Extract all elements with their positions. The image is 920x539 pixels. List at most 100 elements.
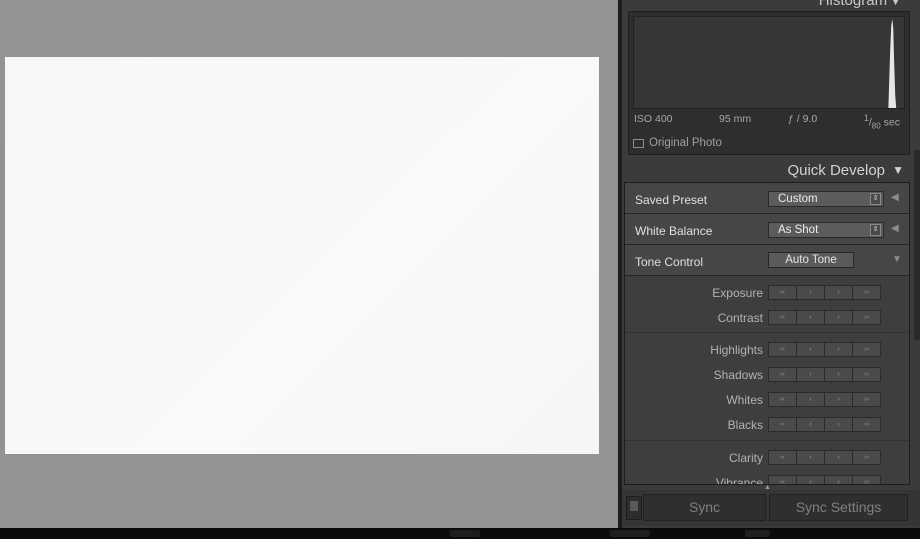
clarity-decrease-large-button[interactable]: ‹‹ bbox=[768, 450, 797, 465]
vibrance-increase-small-button[interactable]: › bbox=[824, 475, 853, 484]
shadows-increase-small-button[interactable]: › bbox=[824, 367, 853, 382]
auto-sync-switch[interactable] bbox=[626, 496, 642, 520]
whites-increase-large-button[interactable]: ›› bbox=[852, 392, 881, 407]
highlights-increase-small-button[interactable]: › bbox=[824, 342, 853, 357]
highlights-decrease-large-button[interactable]: ‹‹ bbox=[768, 342, 797, 357]
quick-develop-header[interactable]: Quick Develop ▼ bbox=[622, 158, 920, 182]
histogram-graph bbox=[633, 16, 905, 109]
saved-preset-row: Saved Preset Custom ⇕ ◀ bbox=[625, 183, 909, 214]
vibrance-decrease-large-button[interactable]: ‹‹ bbox=[768, 475, 797, 484]
focal-length-value: 95 mm bbox=[719, 113, 752, 125]
adjust-label-blacks: Blacks bbox=[727, 418, 763, 432]
adjust-row-exposure: Exposure ‹‹ ‹ › ›› bbox=[625, 285, 909, 302]
panel-scrollbar[interactable] bbox=[914, 150, 920, 340]
saved-preset-select[interactable]: Custom ⇕ bbox=[768, 191, 884, 207]
auto-tone-button[interactable]: Auto Tone bbox=[768, 252, 854, 268]
photo-preview[interactable] bbox=[5, 57, 599, 454]
saved-preset-value: Custom bbox=[778, 193, 818, 205]
tone-control-label: Tone Control bbox=[635, 255, 704, 269]
contrast-decrease-small-button[interactable]: ‹ bbox=[796, 310, 825, 325]
original-photo-toggle[interactable]: Original Photo bbox=[633, 136, 722, 150]
adjust-buttons: ‹‹ ‹ › ›› bbox=[768, 342, 881, 357]
adjust-row-blacks: Blacks ‹‹ ‹ › ›› bbox=[625, 417, 909, 434]
adjust-row-contrast: Contrast ‹‹ ‹ › ›› bbox=[625, 310, 909, 327]
updown-arrows-icon: ⇕ bbox=[870, 224, 881, 236]
adjust-buttons: ‹‹ ‹ › ›› bbox=[768, 417, 881, 432]
adjust-label-shadows: Shadows bbox=[713, 368, 763, 382]
clarity-decrease-small-button[interactable]: ‹ bbox=[796, 450, 825, 465]
sync-settings-button[interactable]: Sync Settings bbox=[769, 494, 908, 521]
vibrance-increase-large-button[interactable]: ›› bbox=[852, 475, 881, 484]
exif-info: ISO 400 95 mm ƒ / 9.0 1/80 sec bbox=[634, 113, 906, 131]
sync-bar: Sync Sync Settings bbox=[622, 490, 920, 526]
adjust-buttons: ‹‹ ‹ › ›› bbox=[768, 392, 881, 407]
triangle-left-icon[interactable]: ◀ bbox=[891, 192, 899, 203]
contrast-increase-large-button[interactable]: ›› bbox=[852, 310, 881, 325]
exposure-decrease-small-button[interactable]: ‹ bbox=[796, 285, 825, 300]
quick-develop-body: Saved Preset Custom ⇕ ◀ White Balance As… bbox=[624, 182, 910, 485]
whites-decrease-small-button[interactable]: ‹ bbox=[796, 392, 825, 407]
histogram-spike bbox=[888, 18, 897, 108]
whites-increase-small-button[interactable]: › bbox=[824, 392, 853, 407]
shadows-decrease-small-button[interactable]: ‹ bbox=[796, 367, 825, 382]
adjust-label-contrast: Contrast bbox=[717, 311, 763, 325]
adjust-label-vibrance: Vibrance bbox=[715, 476, 763, 485]
adjust-group-tone: Highlights ‹‹ ‹ › ›› Shadows ‹‹ ‹ › ›› Whites ‹‹ ‹ › ›… bbox=[625, 333, 909, 441]
adjust-buttons: ‹‹ ‹ › ›› bbox=[768, 310, 881, 325]
aperture-value: ƒ / 9.0 bbox=[788, 113, 818, 125]
adjust-label-highlights: Highlights bbox=[710, 343, 763, 357]
adjust-row-highlights: Highlights ‹‹ ‹ › ›› bbox=[625, 342, 909, 359]
contrast-decrease-large-button[interactable]: ‹‹ bbox=[768, 310, 797, 325]
vibrance-decrease-small-button[interactable]: ‹ bbox=[796, 475, 825, 484]
blacks-decrease-small-button[interactable]: ‹ bbox=[796, 417, 825, 432]
saved-preset-label: Saved Preset bbox=[635, 193, 708, 207]
adjust-label-exposure: Exposure bbox=[712, 286, 763, 300]
histogram-title: Histogram bbox=[818, 0, 888, 9]
triangle-down-icon[interactable]: ▼ bbox=[892, 254, 902, 265]
adjust-row-whites: Whites ‹‹ ‹ › ›› bbox=[625, 392, 909, 409]
clarity-increase-small-button[interactable]: › bbox=[824, 450, 853, 465]
adjust-group-presence: Clarity ‹‹ ‹ › ›› Vibrance ‹‹ ‹ › ›› bbox=[625, 441, 909, 485]
adjust-buttons: ‹‹ ‹ › ›› bbox=[768, 367, 881, 382]
adjust-row-shadows: Shadows ‹‹ ‹ › ›› bbox=[625, 367, 909, 384]
whites-decrease-large-button[interactable]: ‹‹ bbox=[768, 392, 797, 407]
blacks-decrease-large-button[interactable]: ‹‹ bbox=[768, 417, 797, 432]
contrast-increase-small-button[interactable]: › bbox=[824, 310, 853, 325]
photo-canvas[interactable] bbox=[0, 0, 618, 528]
white-balance-select[interactable]: As Shot ⇕ bbox=[768, 222, 884, 238]
shutter-speed-value: 1/80 sec bbox=[864, 113, 900, 131]
blacks-increase-large-button[interactable]: ›› bbox=[852, 417, 881, 432]
shutter-unit: sec bbox=[883, 116, 900, 129]
white-balance-value: As Shot bbox=[778, 224, 819, 236]
adjust-label-whites: Whites bbox=[726, 393, 763, 407]
adjust-label-clarity: Clarity bbox=[728, 451, 763, 465]
switch-knob-icon bbox=[630, 501, 638, 511]
original-photo-label: Original Photo bbox=[649, 137, 722, 149]
adjust-buttons: ‹‹ ‹ › ›› bbox=[768, 285, 881, 300]
triangle-left-icon[interactable]: ◀ bbox=[891, 223, 899, 234]
adjust-group-basic: Exposure ‹‹ ‹ › ›› Contrast ‹‹ ‹ › ›› bbox=[625, 277, 909, 333]
histogram-header[interactable]: Histogram ▼ bbox=[622, 0, 912, 9]
blacks-increase-small-button[interactable]: › bbox=[824, 417, 853, 432]
shutter-denominator: 80 bbox=[871, 121, 881, 131]
white-balance-row: White Balance As Shot ⇕ ◀ bbox=[625, 214, 909, 245]
sync-button[interactable]: Sync bbox=[643, 494, 766, 521]
iso-value: ISO 400 bbox=[634, 113, 673, 125]
exposure-increase-small-button[interactable]: › bbox=[824, 285, 853, 300]
shadows-increase-large-button[interactable]: ›› bbox=[852, 367, 881, 382]
triangle-down-icon: ▼ bbox=[891, 0, 900, 7]
shadows-decrease-large-button[interactable]: ‹‹ bbox=[768, 367, 797, 382]
checkbox-icon[interactable] bbox=[633, 138, 644, 148]
exposure-increase-large-button[interactable]: ›› bbox=[852, 285, 881, 300]
histogram-panel: ISO 400 95 mm ƒ / 9.0 1/80 sec Original … bbox=[628, 11, 910, 155]
adjust-buttons: ‹‹ ‹ › ›› bbox=[768, 475, 881, 484]
adjust-buttons: ‹‹ ‹ › ›› bbox=[768, 450, 881, 465]
filmstrip-bar bbox=[0, 528, 920, 539]
triangle-down-icon[interactable]: ▼ bbox=[892, 163, 904, 177]
shutter-numerator: 1 bbox=[864, 113, 869, 123]
exposure-decrease-large-button[interactable]: ‹‹ bbox=[768, 285, 797, 300]
highlights-increase-large-button[interactable]: ›› bbox=[852, 342, 881, 357]
clarity-increase-large-button[interactable]: ›› bbox=[852, 450, 881, 465]
quick-develop-title: Quick Develop bbox=[787, 162, 885, 179]
highlights-decrease-small-button[interactable]: ‹ bbox=[796, 342, 825, 357]
